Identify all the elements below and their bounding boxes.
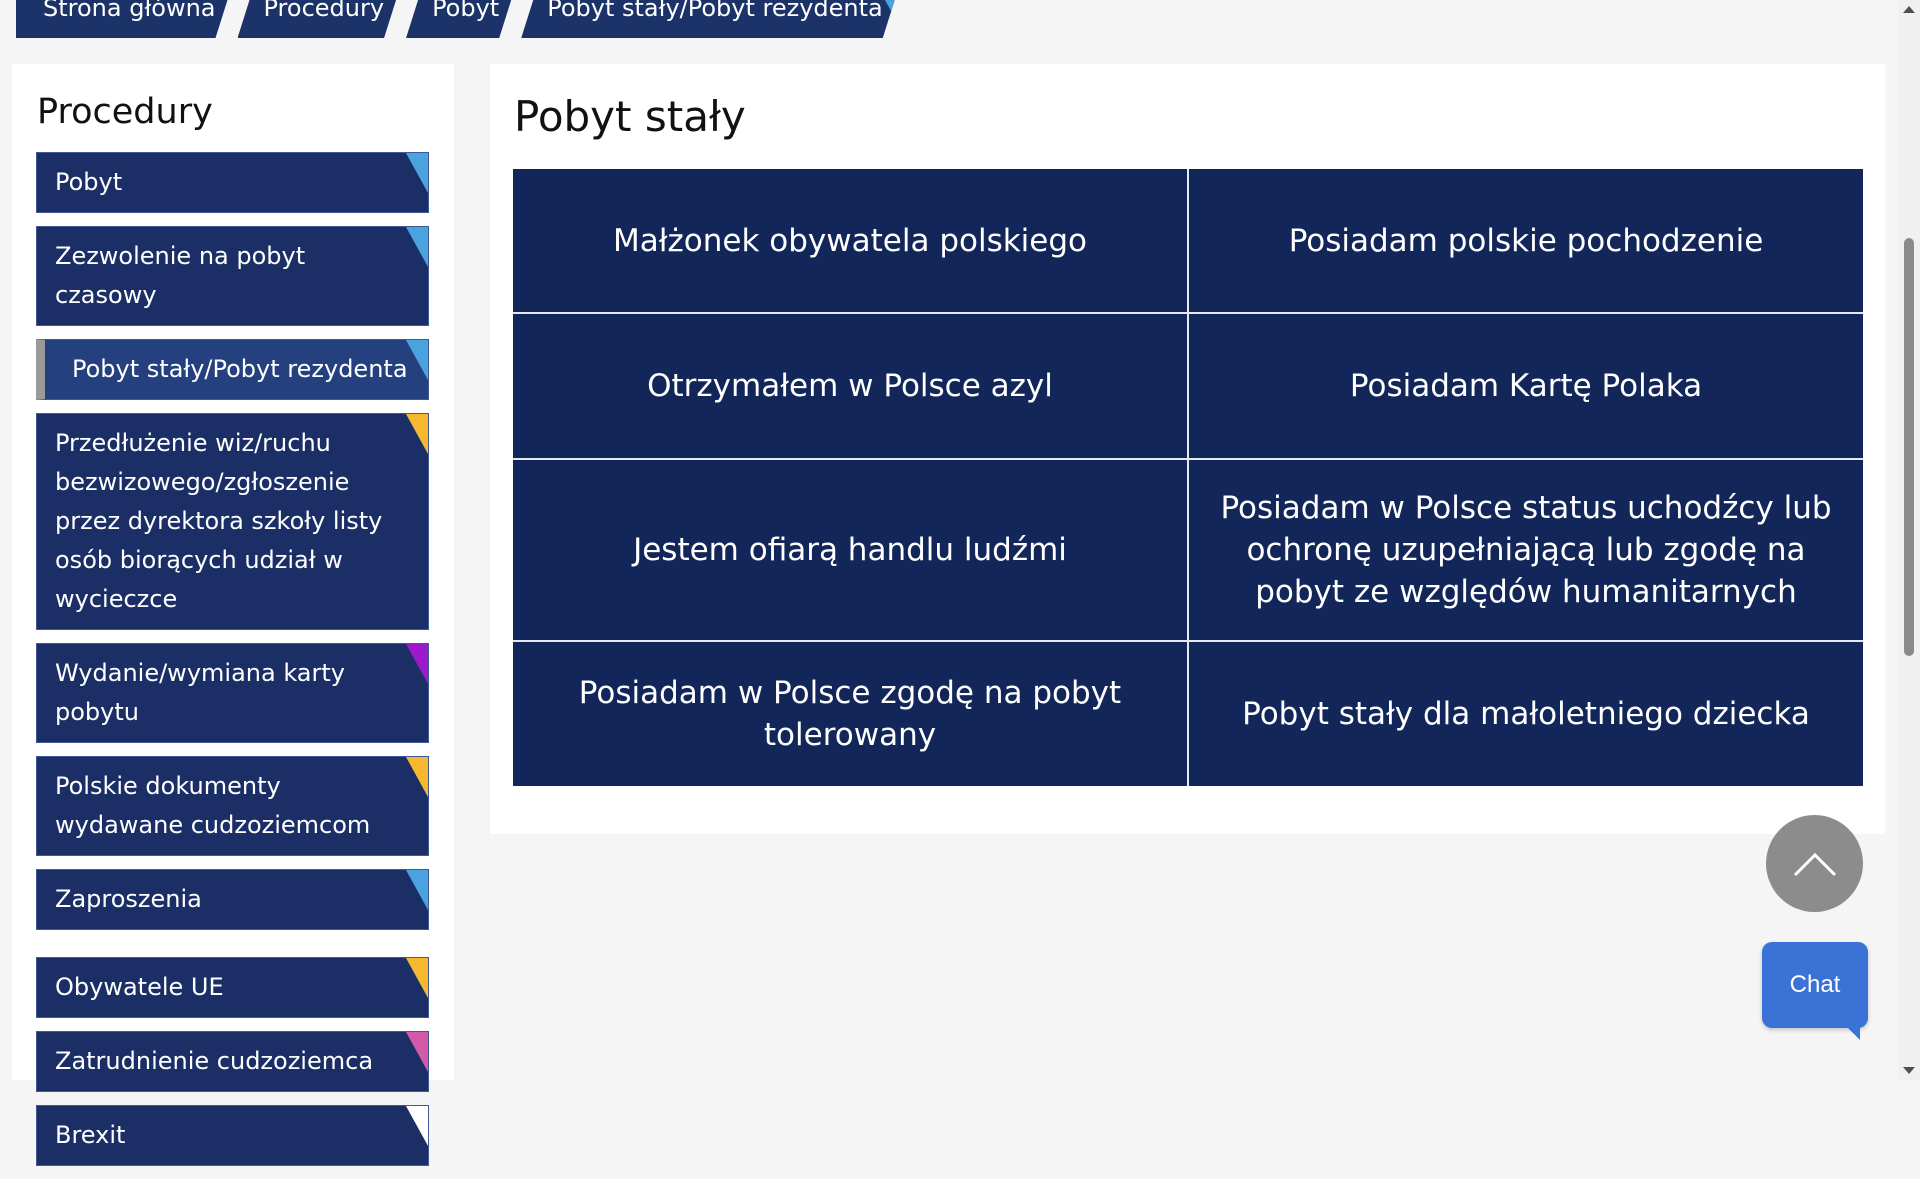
chat-label: Chat — [1789, 971, 1841, 998]
tile-polskie-pochodzenie[interactable]: Posiadam polskie pochodzenie — [1189, 169, 1863, 312]
tile-karta-polaka[interactable]: Posiadam Kartę Polaka — [1189, 314, 1863, 458]
sidebar-item-karta-pobytu[interactable]: Wydanie/wymiana karty pobytu — [36, 643, 429, 743]
breadcrumb-item-pobyt[interactable]: Pobyt — [406, 0, 511, 38]
sidebar-item-polskie-dokumenty[interactable]: Polskie dokumenty wydawane cudzoziemcom — [36, 756, 429, 856]
breadcrumb-item-current[interactable]: Pobyt stały/Pobyt rezydenta — [521, 0, 895, 38]
sidebar-item-zezwolenie[interactable]: Zezwolenie na pobyt czasowy — [36, 226, 429, 326]
sidebar-item-label: Przedłużenie wiz/ruchu bezwizowego/zgłos… — [55, 429, 383, 613]
page-scrollbar[interactable] — [1898, 0, 1920, 1080]
corner-accent — [406, 340, 428, 380]
sidebar: Procedury Pobyt Zezwolenie na pobyt czas… — [12, 64, 454, 1166]
sidebar-title: Procedury — [37, 92, 213, 132]
corner-accent — [406, 1106, 428, 1146]
sidebar-item-label: Zatrudnienie cudzoziemca — [55, 1047, 374, 1075]
tile-ofiara-handlu[interactable]: Jestem ofiarą handlu ludźmi — [513, 460, 1187, 640]
sidebar-item-label: Pobyt — [55, 168, 123, 196]
chat-bubble-tail — [1846, 1026, 1860, 1040]
corner-accent — [406, 870, 428, 910]
scroll-to-top-button[interactable] — [1766, 815, 1863, 912]
chevron-up-icon — [1793, 852, 1836, 876]
corner-accent — [406, 414, 428, 454]
breadcrumb-item-home[interactable]: Strona główna — [16, 0, 228, 38]
scroll-down-arrow-icon[interactable] — [1903, 1067, 1915, 1074]
sidebar-item-pobyt[interactable]: Pobyt — [36, 152, 429, 213]
sidebar-item-przedluzenie-wiz[interactable]: Przedłużenie wiz/ruchu bezwizowego/zgłos… — [36, 413, 429, 630]
sidebar-item-zaproszenia[interactable]: Zaproszenia — [36, 869, 429, 930]
tile-malzonek[interactable]: Małżonek obywatela polskiego — [513, 169, 1187, 312]
corner-accent — [406, 757, 428, 797]
tile-pobyt-tolerowany[interactable]: Posiadam w Polsce zgodę na pobyt tolerow… — [513, 642, 1187, 786]
sidebar-nav: Pobyt Zezwolenie na pobyt czasowy Pobyt … — [36, 152, 429, 1179]
procedure-tile-grid: Małżonek obywatela polskiego Posiadam po… — [513, 169, 1863, 786]
corner-accent — [406, 1032, 428, 1072]
breadcrumb-corner-accent — [885, 0, 895, 18]
sidebar-item-brexit[interactable]: Brexit — [36, 1105, 429, 1166]
corner-accent — [406, 644, 428, 684]
sidebar-item-label: Wydanie/wymiana karty pobytu — [55, 659, 345, 726]
corner-accent — [406, 227, 428, 267]
sidebar-item-label: Zezwolenie na pobyt czasowy — [55, 242, 306, 309]
chat-button[interactable]: Chat — [1762, 942, 1868, 1040]
corner-accent — [406, 153, 428, 193]
tile-status-uchodzcy[interactable]: Posiadam w Polsce status uchodźcy lub oc… — [1189, 460, 1863, 640]
sidebar-item-pobyt-staly[interactable]: Pobyt stały/Pobyt rezydenta — [36, 339, 429, 400]
tile-azyl[interactable]: Otrzymałem w Polsce azyl — [513, 314, 1187, 458]
scrollbar-thumb[interactable] — [1904, 238, 1914, 656]
sidebar-item-label: Zaproszenia — [55, 885, 202, 913]
page-title: Pobyt stały — [514, 92, 746, 141]
sidebar-item-label: Polskie dokumenty wydawane cudzoziemcom — [55, 772, 371, 839]
sidebar-item-label: Pobyt stały/Pobyt rezydenta — [72, 355, 408, 383]
breadcrumb: Strona główna Procedury Pobyt Pobyt stał… — [16, 0, 905, 38]
main-panel: Pobyt stały Małżonek obywatela polskiego… — [490, 64, 1885, 834]
tile-maloletnie-dziecko[interactable]: Pobyt stały dla małoletniego dziecka — [1189, 642, 1863, 786]
corner-accent — [406, 958, 428, 998]
sidebar-item-zatrudnienie[interactable]: Zatrudnienie cudzoziemca — [36, 1031, 429, 1092]
sidebar-item-obywatele-ue[interactable]: Obywatele UE — [36, 957, 429, 1018]
sidebar-item-label: Obywatele UE — [55, 973, 224, 1001]
breadcrumb-item-procedury[interactable]: Procedury — [238, 0, 397, 38]
scroll-up-arrow-icon[interactable] — [1903, 6, 1915, 13]
sidebar-item-label: Brexit — [55, 1121, 126, 1149]
